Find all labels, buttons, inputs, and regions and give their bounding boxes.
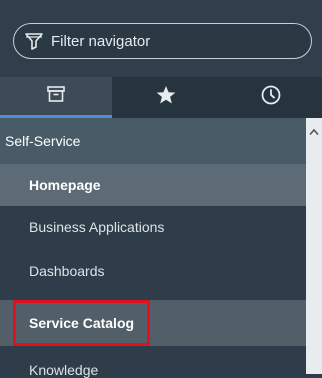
- filter-navigator-box[interactable]: [13, 23, 312, 59]
- clock-icon: [260, 84, 282, 111]
- nav-item-label: Homepage: [29, 177, 101, 193]
- section-label: Self-Service: [5, 133, 81, 149]
- tab-all-applications[interactable]: [0, 77, 112, 118]
- filter-icon: [24, 31, 44, 51]
- tab-favorites[interactable]: [112, 77, 219, 118]
- nav-item-label: Dashboards: [29, 263, 105, 279]
- nav-item-label: Business Applications: [29, 219, 165, 235]
- nav-item-label: Knowledge: [29, 362, 99, 378]
- nav-item-dashboards[interactable]: Dashboards: [0, 250, 306, 292]
- filter-area: [0, 0, 322, 77]
- scroll-up-arrow-icon[interactable]: [309, 123, 319, 136]
- star-icon: [155, 84, 177, 111]
- nav-item-label: Service Catalog: [29, 315, 135, 331]
- tab-history[interactable]: [219, 77, 322, 118]
- module-section-self-service[interactable]: Self-Service: [0, 118, 306, 164]
- archive-box-icon: [46, 85, 66, 108]
- navigator-scrollbar[interactable]: [306, 118, 322, 374]
- application-navigator: Self-Service Homepage Business Applicati…: [0, 118, 306, 378]
- navigator-tabs: [0, 77, 322, 118]
- filter-navigator-input[interactable]: [49, 31, 293, 51]
- nav-item-service-catalog[interactable]: Service Catalog: [0, 300, 306, 346]
- nav-item-knowledge[interactable]: Knowledge: [0, 346, 306, 378]
- nav-item-homepage[interactable]: Homepage: [0, 164, 306, 206]
- nav-item-business-applications[interactable]: Business Applications: [0, 206, 306, 248]
